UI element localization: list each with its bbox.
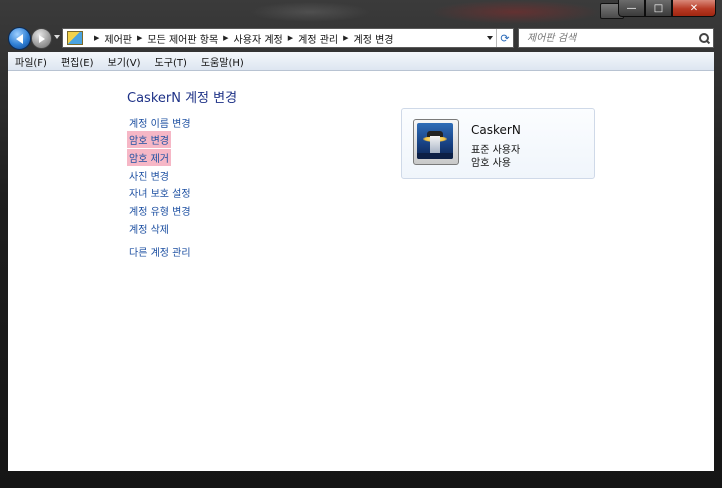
- chevron-down-icon: [487, 36, 493, 40]
- menu-file[interactable]: 파일(F): [8, 54, 54, 69]
- window-frame: — □ ✕ ▶ 제어판 ▶ 모든 제어판 항목 ▶ 사용자 계정 ▶ 계정 관리…: [0, 0, 722, 488]
- task-change-password[interactable]: 암호 변경: [127, 131, 171, 148]
- breadcrumb-all-items[interactable]: 모든 제어판 항목: [147, 31, 218, 46]
- content-area: CaskerN 계정 변경 계정 이름 변경 암호 변경 암호 제거 사진 변경…: [8, 71, 714, 471]
- close-button[interactable]: ✕: [672, 0, 716, 17]
- address-dropdown-button[interactable]: [484, 29, 496, 47]
- breadcrumb-change-account[interactable]: 계정 변경: [354, 31, 394, 46]
- task-rename-account[interactable]: 계정 이름 변경: [127, 114, 193, 131]
- search-icon[interactable]: [699, 33, 709, 43]
- menu-bar: 파일(F) 편집(E) 보기(V) 도구(T) 도움말(H): [8, 52, 714, 71]
- breadcrumb-separator-icon[interactable]: ▶: [223, 34, 228, 42]
- menu-edit[interactable]: 편집(E): [54, 54, 101, 69]
- menu-view[interactable]: 보기(V): [101, 54, 148, 69]
- breadcrumb-control-panel[interactable]: 제어판: [104, 31, 132, 46]
- recent-pages-dropdown[interactable]: [54, 35, 60, 39]
- forward-arrow-icon: [38, 34, 45, 43]
- back-arrow-icon: [16, 33, 23, 44]
- task-delete-account[interactable]: 계정 삭제: [127, 220, 171, 237]
- account-name: CaskerN: [471, 123, 521, 137]
- task-remove-password[interactable]: 암호 제거: [127, 149, 171, 166]
- breadcrumb-manage-accounts[interactable]: 계정 관리: [298, 31, 338, 46]
- account-card: CaskerN 표준 사용자 암호 사용: [401, 108, 595, 179]
- breadcrumb-separator-icon[interactable]: ▶: [94, 34, 99, 42]
- caption-buttons: — □ ✕: [618, 0, 716, 18]
- breadcrumb-separator-icon[interactable]: ▶: [343, 34, 348, 42]
- maximize-icon: □: [653, 2, 664, 14]
- minimize-button[interactable]: —: [618, 0, 645, 17]
- close-icon: ✕: [689, 2, 699, 14]
- task-change-account-type[interactable]: 계정 유형 변경: [127, 202, 193, 219]
- menu-tools[interactable]: 도구(T): [148, 54, 194, 69]
- breadcrumb-user-accounts[interactable]: 사용자 계정: [234, 31, 283, 46]
- page-title: CaskerN 계정 변경: [127, 91, 238, 106]
- search-input[interactable]: [525, 31, 689, 45]
- control-panel-icon: [67, 31, 83, 45]
- maximize-button[interactable]: □: [645, 0, 672, 17]
- forward-button[interactable]: [31, 28, 52, 49]
- task-change-picture[interactable]: 사진 변경: [127, 167, 171, 184]
- address-bar[interactable]: ▶ 제어판 ▶ 모든 제어판 항목 ▶ 사용자 계정 ▶ 계정 관리 ▶ 계정 …: [62, 28, 514, 48]
- search-box[interactable]: [518, 28, 714, 48]
- task-parental-controls[interactable]: 자녀 보호 설정: [127, 184, 193, 201]
- lighthouse-picture-icon: [413, 119, 459, 165]
- refresh-button[interactable]: ⟳: [496, 29, 513, 47]
- minimize-icon: —: [626, 2, 637, 14]
- menu-help[interactable]: 도움말(H): [194, 54, 251, 69]
- breadcrumb-separator-icon[interactable]: ▶: [288, 34, 293, 42]
- task-manage-another-account[interactable]: 다른 계정 관리: [127, 243, 193, 260]
- password-status: 암호 사용: [471, 158, 511, 169]
- refresh-icon: ⟳: [500, 31, 510, 45]
- back-button[interactable]: [8, 27, 31, 50]
- breadcrumb-separator-icon[interactable]: ▶: [137, 34, 142, 42]
